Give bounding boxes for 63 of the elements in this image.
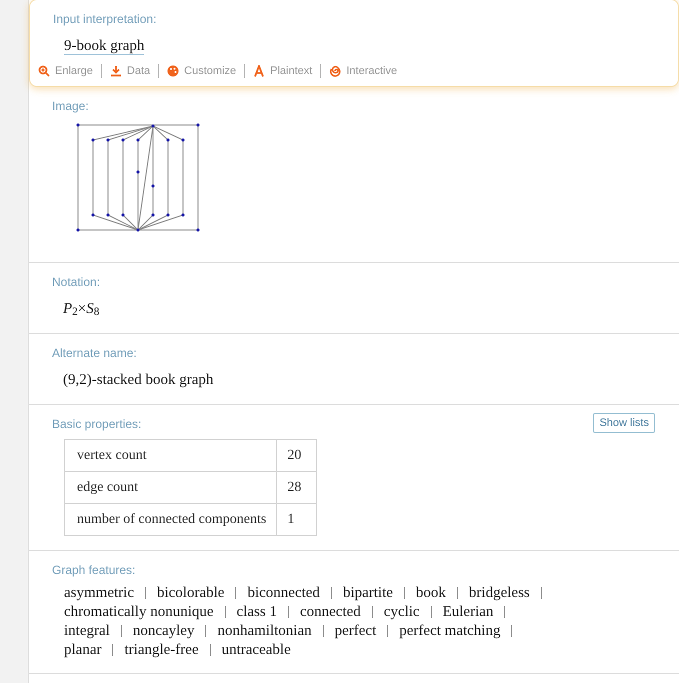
section-label: Basic properties: bbox=[52, 416, 142, 430]
separator bbox=[235, 587, 236, 599]
feature-text: chromatically nonunique bbox=[64, 604, 214, 620]
palette-icon bbox=[167, 65, 180, 78]
separator bbox=[404, 587, 405, 599]
letter-a-icon bbox=[253, 65, 266, 78]
section-label: Notation: bbox=[52, 274, 100, 288]
separator bbox=[430, 606, 432, 618]
section-label: Image: bbox=[52, 98, 89, 112]
feature-text: perfect matching bbox=[399, 622, 500, 640]
feature-text: book bbox=[416, 584, 446, 602]
separator bbox=[372, 606, 373, 618]
action-button[interactable]: Plaintext bbox=[253, 63, 312, 80]
feature-text: Eulerian bbox=[442, 604, 494, 620]
feature-text: untraceable bbox=[222, 642, 291, 658]
section-label: Graph features: bbox=[52, 562, 136, 576]
table-cell: 28 bbox=[276, 471, 317, 503]
section-label: Input interpretation: bbox=[53, 11, 158, 28]
separator bbox=[456, 587, 458, 599]
feature-text: cyclic bbox=[384, 604, 420, 620]
separator bbox=[504, 606, 506, 618]
feature-text: class 1 bbox=[236, 604, 277, 620]
table-cell: edge count bbox=[64, 471, 277, 503]
separator bbox=[112, 644, 114, 656]
feature-text: integral bbox=[64, 622, 110, 640]
separator bbox=[322, 625, 324, 637]
feature-text: biconnected bbox=[247, 584, 320, 602]
table-cell: number of connected components bbox=[64, 503, 277, 535]
action-button[interactable]: Interactive bbox=[329, 63, 398, 80]
action-button[interactable]: Data bbox=[110, 63, 150, 80]
download-icon bbox=[110, 65, 122, 78]
separator bbox=[120, 625, 122, 637]
table-cell: 20 bbox=[276, 439, 317, 471]
feature-text: bipartite bbox=[342, 584, 393, 602]
table-cell: vertex count bbox=[64, 439, 277, 471]
separator bbox=[205, 625, 206, 637]
magnifier-icon bbox=[38, 65, 50, 78]
notation-text: P$_{2}$×S$_{8}$ bbox=[63, 300, 100, 316]
feature-text: bicolorable bbox=[156, 584, 224, 602]
separator bbox=[144, 587, 146, 599]
swirl-icon bbox=[329, 65, 342, 78]
feature-text: triangle-free bbox=[124, 642, 199, 658]
show-lists-button[interactable]: Show lists bbox=[593, 412, 655, 433]
feature-text: connected bbox=[300, 604, 361, 620]
feature-text: nonhamiltonian bbox=[217, 622, 312, 640]
separator bbox=[387, 625, 388, 637]
feature-text: noncayley bbox=[132, 622, 194, 640]
feature-text: asymmetric bbox=[64, 584, 134, 602]
separator bbox=[540, 587, 542, 599]
separator bbox=[210, 644, 211, 656]
feature-text: planar bbox=[64, 642, 102, 658]
interpretation-text: 9-book graph bbox=[64, 38, 144, 55]
action-button[interactable]: Enlarge bbox=[38, 63, 93, 80]
separator bbox=[288, 606, 289, 618]
feature-text: perfect bbox=[334, 622, 376, 640]
separator bbox=[511, 625, 512, 637]
alternate-name-text: (9,2)-stacked book graph bbox=[63, 372, 214, 388]
separator bbox=[330, 587, 332, 599]
action-button[interactable]: Customize bbox=[167, 63, 236, 80]
table-cell: 1 bbox=[276, 503, 317, 535]
separator bbox=[224, 606, 226, 618]
feature-text: bridgeless bbox=[468, 584, 530, 602]
section-label: Alternate name: bbox=[52, 346, 137, 360]
